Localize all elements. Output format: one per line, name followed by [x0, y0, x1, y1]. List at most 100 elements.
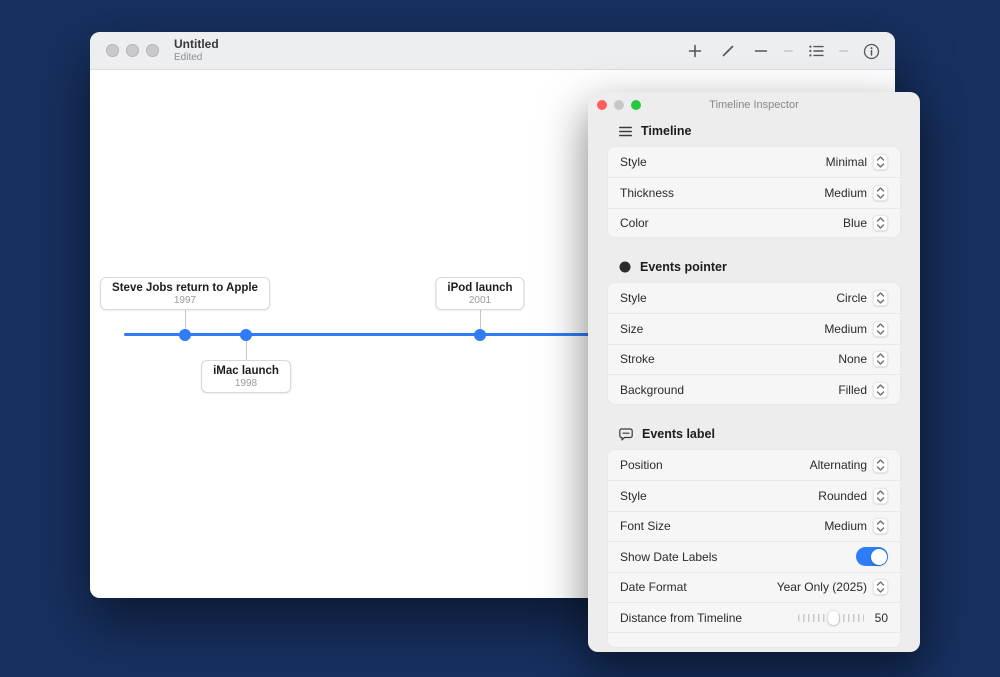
distance-slider[interactable] — [798, 610, 864, 625]
event-connector — [245, 341, 247, 361]
style-popup[interactable]: Minimal — [825, 154, 888, 171]
row-value: Year Only (2025) — [776, 580, 867, 595]
stepper-icon — [873, 154, 888, 171]
traffic-lights — [106, 44, 159, 57]
event-label[interactable]: Steve Jobs return to Apple 1997 — [100, 277, 270, 310]
zoom-button[interactable] — [146, 44, 159, 57]
events-pointer-card: Style Circle Size Medium Stroke None Bac… — [607, 282, 901, 405]
setting-row-show-date-labels: Show Date Labels — [608, 541, 900, 571]
toolbar — [685, 32, 881, 70]
row-value: Medium — [824, 322, 867, 337]
label-font-size-popup[interactable]: Medium — [824, 518, 888, 535]
event-dot[interactable] — [474, 329, 486, 341]
row-value: Rounded — [818, 489, 867, 504]
info-button[interactable] — [861, 39, 881, 63]
setting-row-thickness: Thickness Medium — [608, 177, 900, 207]
color-popup[interactable]: Blue — [842, 215, 888, 232]
filled-circle-icon — [619, 261, 631, 273]
event-connector — [479, 309, 481, 330]
stepper-icon — [873, 457, 888, 474]
event-year: 1997 — [173, 295, 197, 306]
minimize-button[interactable] — [126, 44, 139, 57]
zoom-button[interactable] — [631, 100, 641, 110]
row-label: Date Format — [620, 580, 687, 595]
event-dot[interactable] — [179, 329, 191, 341]
close-button[interactable] — [106, 44, 119, 57]
remove-event-button[interactable] — [751, 39, 771, 63]
speech-bubble-icon — [619, 427, 633, 441]
slider-knob[interactable] — [827, 610, 839, 625]
setting-row-position: Position Alternating — [608, 450, 900, 480]
pointer-stroke-popup[interactable]: None — [838, 351, 888, 368]
setting-row-size: Size Medium — [608, 313, 900, 343]
pointer-background-popup[interactable]: Filled — [838, 381, 888, 398]
section-title: Events pointer — [640, 260, 727, 274]
event-dot[interactable] — [240, 329, 252, 341]
pointer-size-popup[interactable]: Medium — [824, 321, 888, 338]
events-label-card: Position Alternating Style Rounded Font … — [607, 449, 901, 648]
event-year: 2001 — [468, 295, 492, 306]
add-event-button[interactable] — [685, 39, 705, 63]
window-title: Untitled — [174, 37, 219, 52]
show-date-labels-toggle[interactable] — [856, 547, 888, 567]
row-label: Show Date Labels — [620, 549, 718, 564]
timeline-settings-card: Style Minimal Thickness Medium Color Blu… — [607, 146, 901, 238]
list-view-button[interactable] — [806, 39, 826, 63]
section-header-timeline: Timeline — [619, 121, 691, 141]
row-value: Medium — [824, 519, 867, 534]
row-value: Minimal — [825, 155, 867, 170]
row-value: Blue — [842, 216, 867, 231]
setting-row-font-size: Font Size Medium — [608, 510, 900, 541]
plus-icon — [688, 44, 702, 58]
desktop: Untitled Edited Steve Jobs return to App… — [0, 0, 1000, 677]
setting-row-stroke: Stroke None — [608, 343, 900, 374]
date-format-popup[interactable]: Year Only (2025) — [776, 579, 888, 596]
setting-row-distance-from-timeline: Distance from Timeline 50 — [608, 601, 900, 632]
stepper-icon — [873, 321, 888, 338]
event-connector — [184, 309, 186, 330]
setting-row-style: Style Circle — [608, 283, 900, 313]
setting-row-background: Background Filled — [608, 374, 900, 404]
clipped-next-row — [608, 632, 900, 647]
pointer-style-popup[interactable]: Circle — [836, 290, 888, 307]
close-button[interactable] — [597, 100, 607, 110]
stepper-icon — [873, 488, 888, 505]
row-label: Thickness — [620, 186, 675, 201]
row-value: Circle — [836, 291, 867, 306]
section-header-events-pointer: Events pointer — [619, 257, 727, 277]
row-value: None — [838, 352, 867, 367]
thickness-popup[interactable]: Medium — [824, 185, 888, 202]
stepper-icon — [873, 518, 888, 535]
inspector-traffic-lights — [597, 100, 641, 110]
minimize-button[interactable] — [614, 100, 624, 110]
event-label[interactable]: iMac launch 1998 — [201, 360, 291, 393]
section-title: Events label — [642, 427, 715, 441]
row-value: Alternating — [809, 458, 867, 473]
section-header-events-label: Events label — [619, 424, 715, 444]
minus-icon — [754, 50, 768, 52]
titlebar[interactable]: Untitled Edited — [90, 32, 895, 70]
event-title: iMac launch — [213, 365, 279, 377]
setting-row-style: Style Minimal — [608, 147, 900, 177]
row-label: Stroke — [620, 352, 655, 367]
setting-row-style: Style Rounded — [608, 480, 900, 510]
row-label: Background — [620, 382, 685, 397]
window-subtitle: Edited — [174, 51, 203, 63]
toggle-knob — [870, 548, 887, 565]
event-label[interactable]: iPod launch 2001 — [435, 277, 525, 310]
setting-row-date-format: Date Format Year Only (2025) — [608, 571, 900, 602]
distance-control: 50 — [798, 610, 888, 625]
stepper-icon — [873, 185, 888, 202]
inspector-titlebar[interactable] — [588, 92, 920, 118]
row-value: Filled — [838, 382, 867, 397]
edit-button[interactable] — [718, 39, 738, 63]
label-position-popup[interactable]: Alternating — [809, 457, 888, 474]
stepper-icon — [873, 290, 888, 307]
label-style-popup[interactable]: Rounded — [818, 488, 888, 505]
stepper-icon — [873, 381, 888, 398]
timeline-line — [124, 333, 592, 336]
section-title: Timeline — [641, 124, 692, 138]
event-year: 1998 — [234, 378, 258, 389]
row-label: Font Size — [620, 519, 671, 534]
row-value: Medium — [824, 186, 867, 201]
